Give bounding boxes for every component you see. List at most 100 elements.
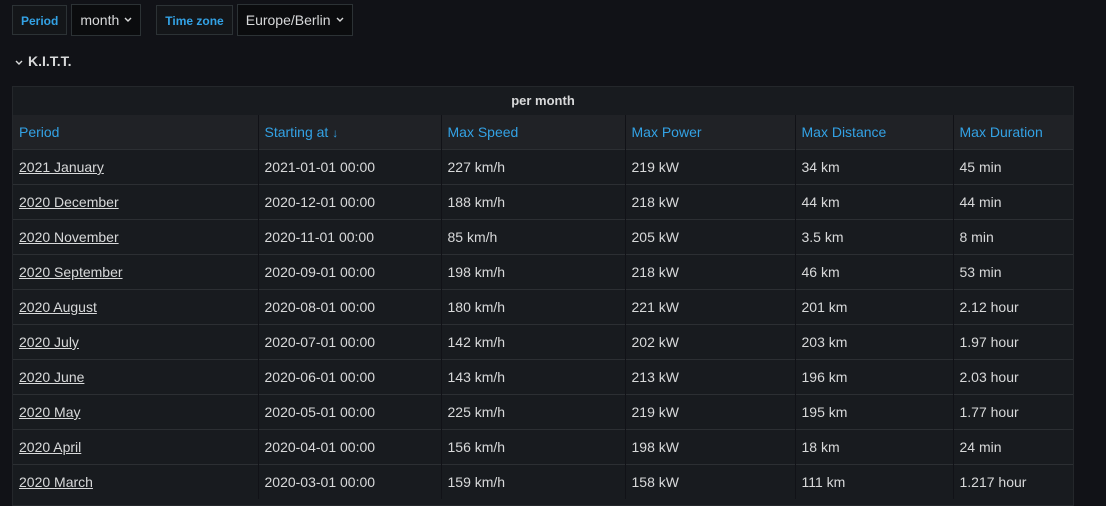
period-link[interactable]: 2020 June <box>19 369 84 385</box>
table-row: 2020 May 2020-05-01 00:00 225 km/h 219 kW 19… <box>13 394 1073 430</box>
period-cell: 2020 April <box>13 429 259 465</box>
table-row: 2020 June 2020-06-01 00:00 143 km/h 213 kW 1… <box>13 359 1073 395</box>
max-duration-cell: 1.97 hour <box>953 324 1073 360</box>
max-speed-cell: 142 km/h <box>441 324 626 360</box>
starting-at-cell: 2021-01-01 00:00 <box>258 149 442 185</box>
max-distance-cell: 196 km <box>795 359 954 395</box>
max-power-cell: 218 kW <box>625 254 796 290</box>
max-duration-cell: 24 min <box>953 429 1073 465</box>
data-table: Period Starting at ↓ Max Speed Max Power… <box>13 115 1073 499</box>
period-link[interactable]: 2020 August <box>19 299 97 315</box>
table-row: 2020 April 2020-04-01 00:00 156 km/h 198 kW… <box>13 429 1073 465</box>
column-header-max-duration[interactable]: Max Duration <box>953 115 1073 150</box>
max-distance-cell: 201 km <box>795 289 954 325</box>
row-collapse-toggle[interactable]: K.I.T.T. <box>15 53 72 69</box>
max-speed-cell: 227 km/h <box>441 149 626 185</box>
starting-at-cell: 2020-12-01 00:00 <box>258 184 442 220</box>
column-header-starting-at[interactable]: Starting at ↓ <box>258 115 442 150</box>
timezone-select[interactable]: Europe/Berlin <box>236 4 353 36</box>
max-power-cell: 218 kW <box>625 184 796 220</box>
period-link[interactable]: 2021 January <box>19 159 104 175</box>
starting-at-cell: 2020-07-01 00:00 <box>258 324 442 360</box>
period-link[interactable]: 2020 November <box>19 229 119 245</box>
starting-at-cell: 2020-06-01 00:00 <box>258 359 442 395</box>
column-header-period[interactable]: Period <box>13 115 259 150</box>
period-cell: 2020 July <box>13 324 259 360</box>
row-title: K.I.T.T. <box>28 53 72 69</box>
column-header-max-distance[interactable]: Max Distance <box>795 115 954 150</box>
chevron-down-icon <box>336 17 344 23</box>
max-speed-cell: 156 km/h <box>441 429 626 465</box>
period-link[interactable]: 2020 December <box>19 194 119 210</box>
max-speed-cell: 198 km/h <box>441 254 626 290</box>
max-distance-cell: 111 km <box>795 464 954 499</box>
max-duration-cell: 8 min <box>953 219 1073 255</box>
starting-at-cell: 2020-08-01 00:00 <box>258 289 442 325</box>
max-power-cell: 198 kW <box>625 429 796 465</box>
max-power-cell: 213 kW <box>625 359 796 395</box>
max-distance-cell: 44 km <box>795 184 954 220</box>
starting-at-cell: 2020-05-01 00:00 <box>258 394 442 430</box>
starting-at-cell: 2020-09-01 00:00 <box>258 254 442 290</box>
table-header-row: Period Starting at ↓ Max Speed Max Power… <box>13 115 1073 150</box>
table-row: 2021 January 2021-01-01 00:00 227 km/h 219 … <box>13 149 1073 185</box>
timezone-select-value: Europe/Berlin <box>245 12 331 28</box>
max-power-cell: 202 kW <box>625 324 796 360</box>
table-row: 2020 August 2020-08-01 00:00 180 km/h 221 k… <box>13 289 1073 325</box>
table-row: 2020 November 2020-11-01 00:00 85 km/h 205 … <box>13 219 1073 255</box>
period-cell: 2020 August <box>13 289 259 325</box>
timezone-variable-label: Time zone <box>156 5 233 35</box>
max-duration-cell: 1.217 hour <box>953 464 1073 499</box>
period-cell: 2020 December <box>13 184 259 220</box>
period-variable-label: Period <box>12 5 68 35</box>
max-speed-cell: 143 km/h <box>441 359 626 395</box>
table-panel: per month Period Starting at ↓ Max Speed… <box>12 86 1074 506</box>
period-cell: 2020 September <box>13 254 259 290</box>
max-speed-cell: 188 km/h <box>441 184 626 220</box>
period-cell: 2020 March <box>13 464 259 499</box>
table-row: 2020 September 2020-09-01 00:00 198 km/h 21… <box>13 254 1073 290</box>
max-distance-cell: 46 km <box>795 254 954 290</box>
period-cell: 2020 June <box>13 359 259 395</box>
max-power-cell: 219 kW <box>625 149 796 185</box>
max-distance-cell: 18 km <box>795 429 954 465</box>
period-cell: 2020 May <box>13 394 259 430</box>
max-speed-cell: 225 km/h <box>441 394 626 430</box>
period-cell: 2020 November <box>13 219 259 255</box>
table-row: 2020 July 2020-07-01 00:00 142 km/h 202 kW 2… <box>13 324 1073 360</box>
period-select-value: month <box>80 12 120 28</box>
starting-at-cell: 2020-03-01 00:00 <box>258 464 442 499</box>
column-header-max-speed[interactable]: Max Speed <box>441 115 626 150</box>
max-distance-cell: 3.5 km <box>795 219 954 255</box>
max-duration-cell: 1.77 hour <box>953 394 1073 430</box>
period-select[interactable]: month <box>71 4 142 36</box>
max-power-cell: 221 kW <box>625 289 796 325</box>
max-duration-cell: 2.03 hour <box>953 359 1073 395</box>
max-distance-cell: 34 km <box>795 149 954 185</box>
panel-title[interactable]: per month <box>13 87 1073 115</box>
period-link[interactable]: 2020 July <box>19 334 79 350</box>
sort-descending-icon: ↓ <box>332 126 339 140</box>
column-header-max-power[interactable]: Max Power <box>625 115 796 150</box>
starting-at-cell: 2020-04-01 00:00 <box>258 429 442 465</box>
chevron-down-icon <box>15 53 23 69</box>
table-row: 2020 March 2020-03-01 00:00 159 km/h 158 kW… <box>13 464 1073 499</box>
max-power-cell: 158 kW <box>625 464 796 499</box>
period-link[interactable]: 2020 March <box>19 474 93 490</box>
max-duration-cell: 44 min <box>953 184 1073 220</box>
max-distance-cell: 195 km <box>795 394 954 430</box>
table-row: 2020 December 2020-12-01 00:00 188 km/h 218… <box>13 184 1073 220</box>
period-link[interactable]: 2020 May <box>19 404 80 420</box>
max-power-cell: 205 kW <box>625 219 796 255</box>
period-link[interactable]: 2020 April <box>19 439 81 455</box>
max-duration-cell: 2.12 hour <box>953 289 1073 325</box>
max-duration-cell: 53 min <box>953 254 1073 290</box>
period-link[interactable]: 2020 September <box>19 264 123 280</box>
max-speed-cell: 180 km/h <box>441 289 626 325</box>
max-power-cell: 219 kW <box>625 394 796 430</box>
max-duration-cell: 45 min <box>953 149 1073 185</box>
max-distance-cell: 203 km <box>795 324 954 360</box>
max-speed-cell: 159 km/h <box>441 464 626 499</box>
starting-at-cell: 2020-11-01 00:00 <box>258 219 442 255</box>
variables-bar: Period month Time zone Europe/Berlin <box>12 4 353 36</box>
